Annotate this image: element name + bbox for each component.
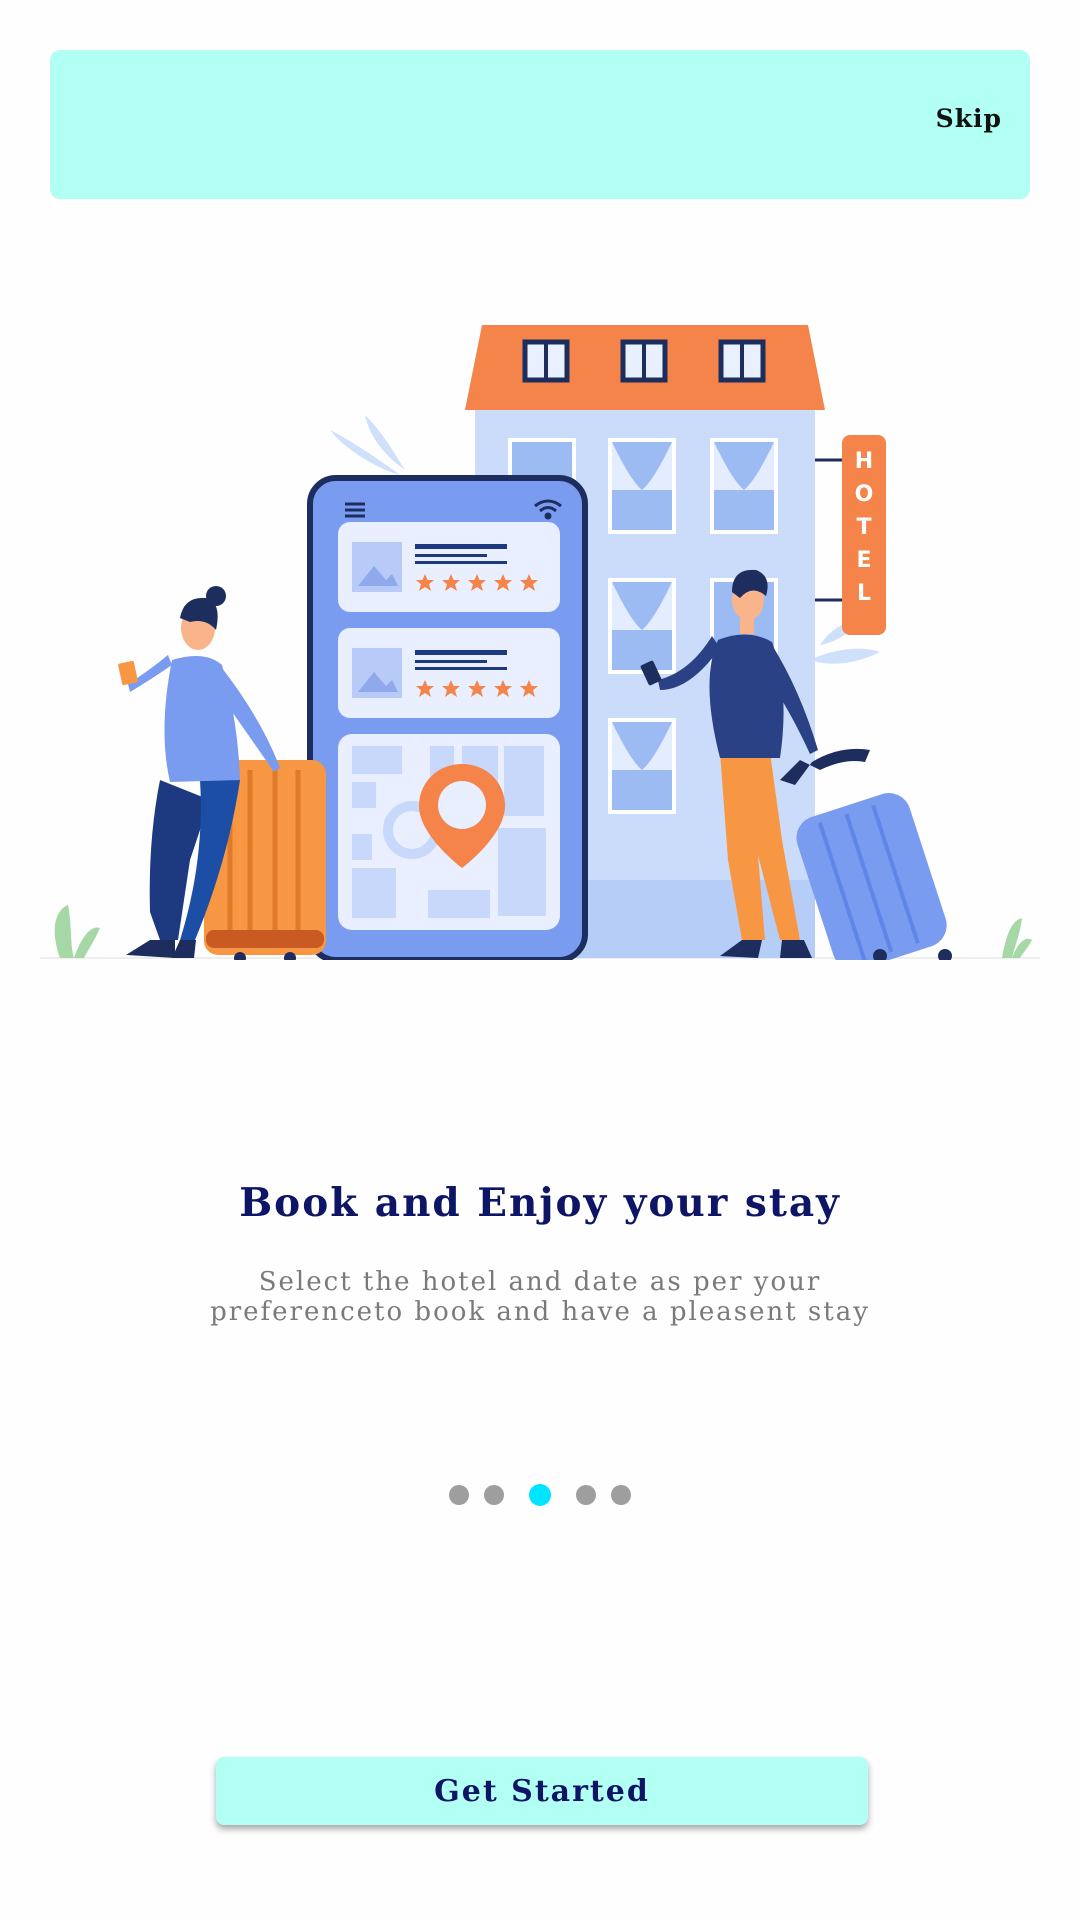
skip-button[interactable]: Skip (936, 104, 1002, 133)
svg-text:O: O (855, 482, 874, 507)
top-bar: Skip (50, 50, 1030, 199)
subtitle-line-2: preferenceto book and have a pleasent st… (210, 1297, 870, 1327)
page-dot-5[interactable] (611, 1485, 631, 1505)
page-dot-4[interactable] (576, 1485, 596, 1505)
hotel-sign: H O T E L (815, 435, 886, 635)
woman-traveler-illustration (118, 586, 326, 960)
page-dot-1[interactable] (449, 1485, 469, 1505)
page-dot-3-active[interactable] (529, 1484, 551, 1506)
onboarding-screen: Skip H O T E L Book and Enjoy your stay … (0, 0, 1080, 1920)
plant-right-icon (1002, 918, 1032, 958)
hotel-booking-illustration: H O T E L (0, 300, 1080, 960)
svg-text:H: H (855, 449, 873, 474)
page-indicator (0, 1484, 1080, 1506)
get-started-label: Get Started (434, 1773, 650, 1809)
svg-text:T: T (856, 515, 871, 540)
phone-app-illustration (307, 475, 588, 960)
svg-text:L: L (857, 581, 871, 606)
subtitle-line-1: Select the hotel and date as per your (258, 1267, 822, 1297)
onboarding-title: Book and Enjoy your stay (239, 1180, 841, 1226)
onboarding-subtitle: Select the hotel and date as per your pr… (190, 1267, 890, 1327)
svg-text:E: E (856, 548, 871, 573)
get-started-button[interactable]: Get Started (216, 1757, 868, 1825)
page-dot-2[interactable] (484, 1485, 504, 1505)
plant-left-icon (54, 905, 100, 958)
